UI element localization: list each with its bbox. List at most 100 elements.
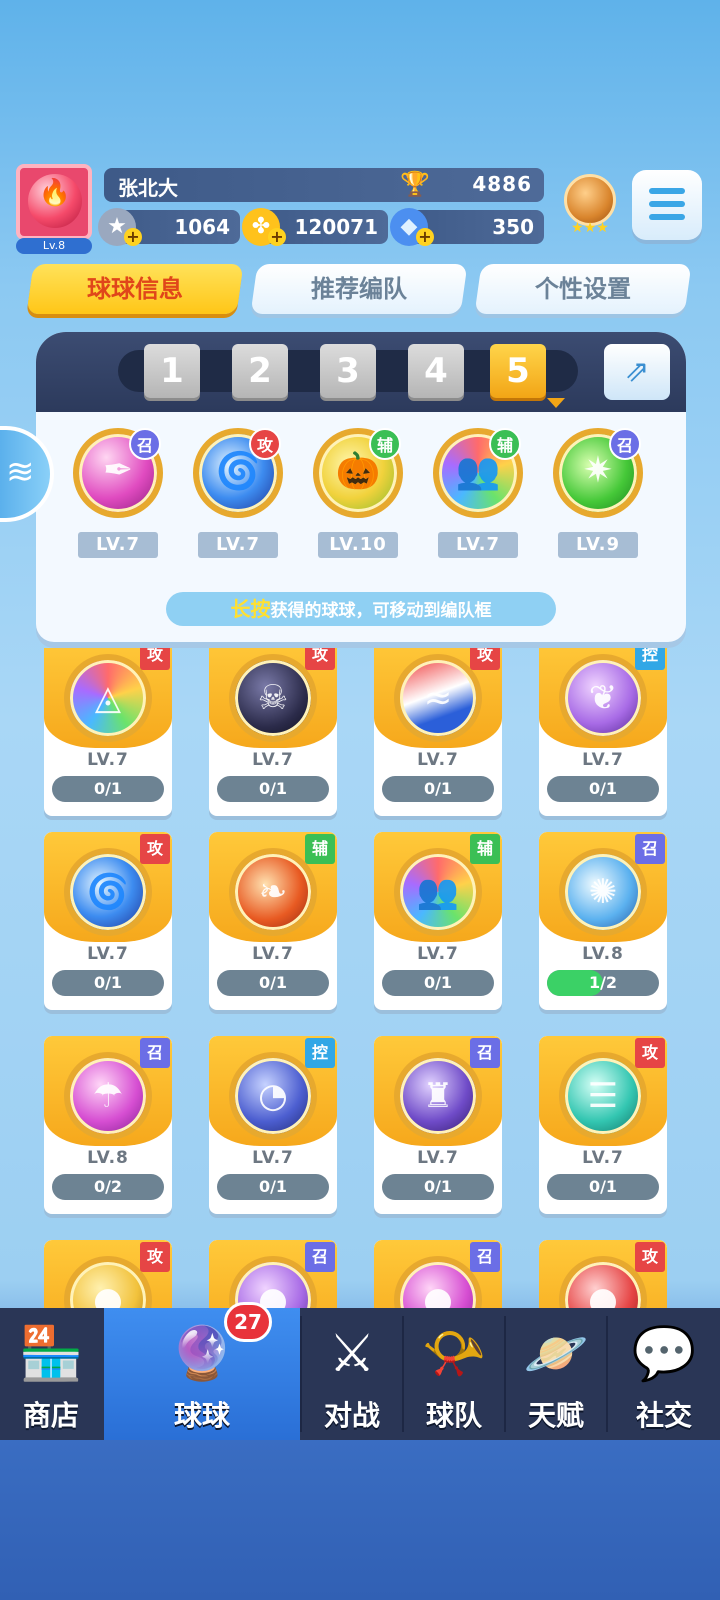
type-badge: 辅 [470, 834, 500, 864]
ball-card[interactable]: ≈ 攻 LV.7 0/1 [374, 648, 502, 816]
tab-label: 个性设置 [535, 275, 631, 303]
stars-resource[interactable]: ★ + 1064 [98, 208, 240, 246]
ball-level: LV.7 [582, 750, 624, 770]
upgrade-progress: 0/1 [382, 776, 494, 802]
gems-value: 350 [492, 215, 534, 239]
team-slot-2[interactable]: 2 [232, 344, 288, 398]
ball-card[interactable]: ☠ 攻 LV.7 0/1 [209, 648, 337, 816]
rank-shield-icon [564, 174, 616, 226]
star-icon: ✷ 召 [553, 428, 643, 518]
stars-value: 1064 [174, 215, 230, 239]
coins-resource[interactable]: ✤ + 120071 [242, 208, 388, 246]
progress-text: 1/2 [588, 973, 618, 992]
player-avatar[interactable]: 🔥 [16, 164, 92, 240]
team-ball[interactable]: ✒ 召 LV.7 [68, 428, 168, 558]
flame-icon: 🔥 [38, 178, 72, 208]
ball-card[interactable]: ● 攻 [44, 1240, 172, 1308]
type-badge: 召 [129, 428, 161, 460]
nav-label: 球球 [173, 1399, 230, 1432]
tornado-icon: ☰ [559, 1052, 647, 1140]
ball-level: LV.7 [87, 750, 129, 770]
ball-level: LV.7 [87, 944, 129, 964]
team-ball[interactable]: ✷ 召 LV.9 [548, 428, 648, 558]
ball-card[interactable]: 🌀 攻 LV.7 0/1 [44, 832, 172, 1010]
phoenix-icon: ❧ [229, 848, 317, 936]
team-header: 1 2 3 4 5 ⇗ [36, 332, 686, 412]
hint-highlight: 长按 [230, 597, 271, 621]
venom-icon: ☠ [229, 654, 317, 742]
progress-text: 0/1 [588, 779, 618, 798]
ball-card[interactable]: ✺ 召 LV.8 1/2 [539, 832, 667, 1010]
tab-personal-settings[interactable]: 个性设置 [474, 264, 692, 314]
type-badge: 攻 [305, 648, 335, 670]
ball-level: LV.7 [417, 1148, 459, 1168]
menu-icon [649, 188, 685, 227]
type-badge: 召 [140, 1038, 170, 1068]
progress-text: 0/1 [588, 1177, 618, 1196]
team-slot-4[interactable]: 4 [408, 344, 464, 398]
type-badge: 召 [305, 1242, 335, 1272]
chat-heart-icon: 💬 [631, 1324, 697, 1384]
trophy-icon: 🏆 [400, 170, 430, 198]
add-coins-icon[interactable]: + [268, 228, 286, 246]
swirl-icon: ✺ [559, 848, 647, 936]
ball-level: LV.7 [438, 532, 518, 558]
ball-card[interactable]: ◔ 控 LV.7 0/1 [209, 1036, 337, 1214]
add-gems-icon[interactable]: + [416, 228, 434, 246]
upgrade-progress: 0/1 [217, 1174, 329, 1200]
notification-badge: 27 [224, 1302, 272, 1342]
ball-level: LV.7 [417, 750, 459, 770]
type-badge: 召 [635, 834, 665, 864]
progress-text: 0/1 [423, 779, 453, 798]
tab-recommended-team[interactable]: 推荐编队 [250, 264, 468, 314]
add-stars-icon[interactable]: + [124, 228, 142, 246]
nav-planet[interactable]: 🪐 天赋 [506, 1308, 606, 1440]
nav-crossed-swords[interactable]: ⚔ 对战 [302, 1308, 402, 1440]
ball-card[interactable]: ☰ 攻 LV.7 0/1 [539, 1036, 667, 1214]
team-ball[interactable]: 🌀 攻 LV.7 [188, 428, 288, 558]
ball-level: LV.7 [78, 532, 158, 558]
ball-card[interactable]: ● 召 [209, 1240, 337, 1308]
team-slot-1[interactable]: 1 [144, 344, 200, 398]
type-badge: 控 [635, 648, 665, 670]
ball-level: LV.7 [582, 1148, 624, 1168]
nav-label: 社交 [635, 1399, 692, 1432]
team-ball[interactable]: 🎃 辅 LV.10 [308, 428, 408, 558]
ball-card[interactable]: ● 召 [374, 1240, 502, 1308]
ball-card[interactable]: 👥 辅 LV.7 0/1 [374, 832, 502, 1010]
ball-level: LV.7 [252, 1148, 294, 1168]
nav-label: 商店 [22, 1399, 79, 1432]
upgrade-progress: 0/1 [52, 970, 164, 996]
ball-card[interactable]: ● 攻 [539, 1240, 667, 1308]
progress-text: 0/1 [258, 973, 288, 992]
type-badge: 召 [470, 1242, 500, 1272]
type-badge: 攻 [140, 648, 170, 670]
ball-card[interactable]: ❦ 控 LV.7 0/1 [539, 648, 667, 816]
ball-level: LV.7 [417, 944, 459, 964]
team-slot-5[interactable]: 5 [490, 344, 546, 398]
tab-ball-info[interactable]: 球球信息 [26, 264, 244, 314]
nav-shop[interactable]: 🏪 商店 [0, 1308, 102, 1440]
nav-chat-heart[interactable]: 💬 社交 [608, 1308, 720, 1440]
ball-card[interactable]: ♜ 召 LV.7 0/1 [374, 1036, 502, 1214]
gems-resource[interactable]: ◆ + 350 [390, 208, 544, 246]
ball-level: LV.8 [582, 944, 624, 964]
type-badge: 攻 [140, 834, 170, 864]
rank-stars-icon: ★★★ [571, 220, 609, 236]
upgrade-progress: 0/1 [52, 776, 164, 802]
balls-icon: 🔮 [169, 1324, 235, 1384]
upgrade-progress: 0/1 [217, 970, 329, 996]
crowd-icon: 👥 [394, 848, 482, 936]
menu-button[interactable] [632, 170, 702, 240]
type-badge: 控 [305, 1038, 335, 1068]
ball-card[interactable]: ◬ 攻 LV.7 0/1 [44, 648, 172, 816]
share-button[interactable]: ⇗ [604, 344, 670, 400]
type-badge: 辅 [305, 834, 335, 864]
ball-card[interactable]: ❧ 辅 LV.7 0/1 [209, 832, 337, 1010]
rank-badge[interactable]: ★★★ [560, 174, 620, 244]
ball-card[interactable]: ☂ 召 LV.8 0/2 [44, 1036, 172, 1214]
team-slot-3[interactable]: 3 [320, 344, 376, 398]
upgrade-progress: 0/1 [382, 970, 494, 996]
team-ball[interactable]: 👥 辅 LV.7 [428, 428, 528, 558]
nav-whistle[interactable]: 📯 球队 [404, 1308, 504, 1440]
